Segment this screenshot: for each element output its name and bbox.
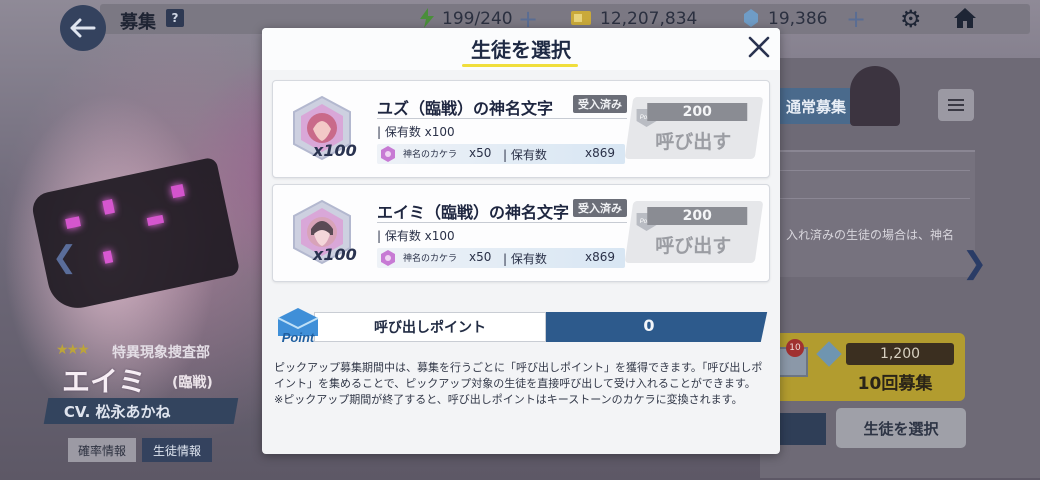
menu-icon	[948, 104, 964, 106]
pyroxene-plus-button[interactable]: +	[846, 5, 866, 33]
item-qty: x100	[313, 141, 357, 160]
home-icon[interactable]	[952, 5, 978, 31]
owned-count: | 保有数 x100	[377, 229, 455, 243]
credit-value: 12,207,834	[600, 9, 698, 29]
received-badge: 受入済み	[573, 199, 627, 217]
student-info-button[interactable]: 生徒情報	[142, 438, 212, 462]
recruit-label: 10回募集	[857, 374, 933, 394]
select-student-modal: 生徒を選択 x100 ユズ（臨戦）の神名文字 受入済み | 保有数 x100 神…	[262, 28, 780, 454]
received-badge: 受入済み	[573, 95, 627, 113]
call-cost: 200	[647, 103, 748, 121]
title-underline	[462, 64, 578, 67]
club-name: 特異現象捜査部	[112, 345, 210, 361]
owned-count: | 保有数 x100	[377, 125, 455, 139]
modal-title: 生徒を選択	[471, 38, 571, 62]
character-name: エイミ	[62, 365, 147, 398]
svg-text:Point: Point	[282, 330, 315, 345]
call-label: 呼び出す	[655, 235, 732, 257]
eleph-name: 神名のカケラ	[403, 150, 458, 160]
select-student-button[interactable]: 生徒を選択	[836, 408, 966, 448]
call-label: 呼び出す	[655, 131, 732, 153]
right-note-text: 入れ済みの生徒の場合は、神名	[786, 228, 955, 242]
eleph-row: 神名のカケラ x50 | 保有数 x869	[377, 248, 625, 268]
pyroxene-icon	[744, 9, 758, 27]
point-ticket-icon: Point	[277, 308, 319, 345]
pyroxene-icon	[816, 341, 842, 367]
description-note: ※ピックアップ期間が終了すると、呼び出しポイントはキーストーンのカケラに変換され…	[274, 393, 743, 406]
banner-avatar	[850, 66, 900, 126]
eleph-owned-value: x869	[585, 250, 616, 264]
prev-arrow-icon[interactable]: ❮	[52, 240, 77, 275]
recruit-cost: 1,200	[846, 343, 954, 365]
item-card: x100 エイミ（臨戦）の神名文字 受入済み | 保有数 x100 神名のカケラ…	[272, 184, 770, 282]
settings-gear-icon[interactable]: ⚙	[900, 5, 922, 33]
call-button[interactable]: Point 200 呼び出す	[624, 97, 764, 159]
rarity-stars: ★★★	[56, 342, 90, 358]
ap-value: 199/240	[442, 9, 513, 29]
ap-bolt-icon	[420, 8, 434, 28]
item-name: エイミ（臨戦）の神名文字	[377, 203, 570, 222]
recruit-10-button[interactable]: 10 1,200 10回募集	[770, 333, 965, 401]
next-arrow-icon[interactable]: ❯	[962, 246, 987, 281]
back-arrow-icon	[70, 18, 96, 38]
recruit-point-bar: 呼び出しポイント 0 Point	[274, 308, 768, 345]
divider	[775, 170, 970, 171]
divider	[377, 118, 627, 119]
menu-button[interactable]	[938, 89, 974, 121]
item-card: x100 ユズ（臨戦）の神名文字 受入済み | 保有数 x100 神名のカケラ …	[272, 80, 770, 178]
eleph-owned-label: | 保有数	[503, 148, 547, 162]
credit-icon	[571, 11, 591, 25]
eleph-fragment-icon	[381, 146, 395, 162]
point-value: 0	[643, 316, 655, 335]
call-cost: 200	[647, 207, 748, 225]
description-text: ピックアップ募集期間中は、募集を行うごとに「呼び出しポイント」を獲得できます。「…	[274, 360, 772, 408]
point-label: 呼び出しポイント	[314, 312, 546, 342]
voice-actor-label: CV. 松永あかね	[43, 398, 239, 424]
eleph-fragment-icon	[381, 250, 395, 266]
page-title: 募集	[120, 12, 156, 33]
eleph-owned-label: | 保有数	[503, 252, 547, 266]
call-button[interactable]: Point 200 呼び出す	[624, 201, 764, 263]
eleph-qty: x50	[469, 250, 492, 264]
divider	[377, 222, 627, 223]
eleph-qty: x50	[469, 146, 492, 160]
rate-info-button[interactable]: 確率情報	[68, 438, 136, 462]
eleph-owned-value: x869	[585, 146, 616, 160]
divider	[775, 198, 970, 199]
item-name: ユズ（臨戦）の神名文字	[377, 99, 554, 118]
help-button[interactable]: ?	[166, 9, 184, 27]
pyroxene-value: 19,386	[768, 9, 828, 29]
count-badge: 10	[786, 339, 804, 357]
character-variant: (臨戦)	[172, 375, 213, 391]
description-paragraph: ピックアップ募集期間中は、募集を行うごとに「呼び出しポイント」を獲得できます。「…	[274, 361, 763, 390]
eleph-row: 神名のカケラ x50 | 保有数 x869	[377, 144, 625, 164]
item-qty: x100	[313, 245, 357, 264]
eleph-name: 神名のカケラ	[403, 254, 458, 264]
close-icon[interactable]	[746, 34, 772, 60]
back-button[interactable]	[60, 5, 106, 51]
